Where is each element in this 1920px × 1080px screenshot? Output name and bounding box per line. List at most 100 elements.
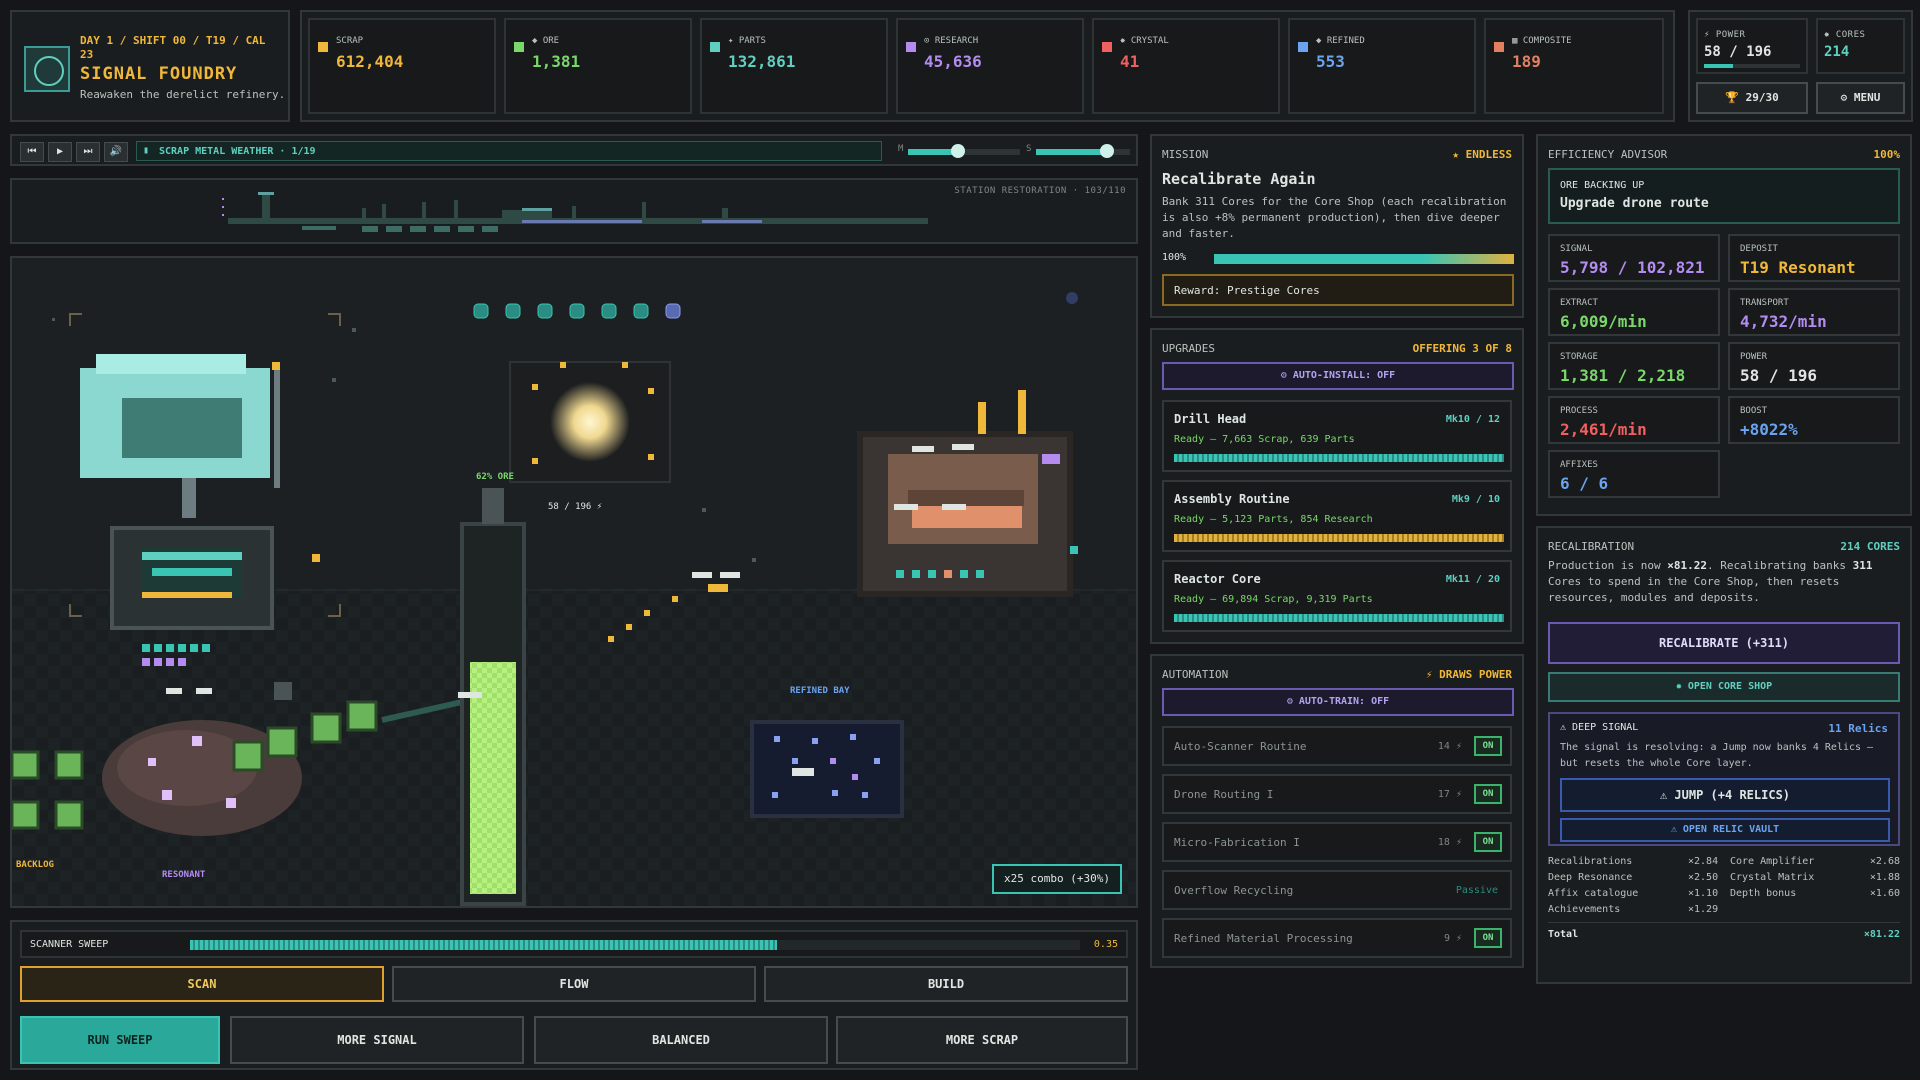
auto-install-toggle[interactable]: ⚙ AUTO-INSTALL: OFF bbox=[1162, 362, 1514, 390]
upgrade-level: Mk11 / 20 bbox=[1445, 574, 1500, 585]
automation-auto-scanner[interactable]: Auto-Scanner Routine 14 ⚡ ON bbox=[1162, 726, 1512, 766]
stat-value: 58 / 196 bbox=[1740, 366, 1818, 385]
total-label: Total bbox=[1548, 929, 1579, 940]
stat-affixes: AFFIXES 6 / 6 bbox=[1548, 450, 1720, 498]
automation-cost: 17 ⚡ bbox=[1437, 789, 1462, 800]
mult-key: Depth bonus bbox=[1730, 888, 1797, 899]
upgrades-header: UPGRADES bbox=[1162, 342, 1215, 355]
resource-name: ▦ COMPOSITE bbox=[1512, 36, 1572, 46]
automation-toggle[interactable]: ON bbox=[1474, 736, 1502, 756]
mult-value: ×2.50 bbox=[1688, 872, 1719, 883]
stat-transport: TRANSPORT 4,732/min bbox=[1728, 288, 1900, 336]
sfx-slider[interactable] bbox=[1036, 144, 1130, 158]
resource-scrap: SCRAP 612,404 bbox=[308, 18, 496, 114]
auto-train-toggle[interactable]: ⚙ AUTO-TRAIN: OFF bbox=[1162, 688, 1514, 716]
sweep-fill bbox=[190, 940, 778, 950]
sweep-label: SCANNER SWEEP bbox=[30, 939, 109, 950]
resource-name: SCRAP bbox=[336, 36, 364, 46]
automation-cost: 18 ⚡ bbox=[1437, 837, 1462, 848]
automation-name: Drone Routing I bbox=[1174, 788, 1274, 801]
combo-badge: x25 combo (+30%) bbox=[992, 864, 1122, 894]
run-sweep-button[interactable]: RUN SWEEP bbox=[20, 1016, 220, 1064]
scrap-icon bbox=[318, 42, 328, 52]
sfx-label: S bbox=[1026, 144, 1032, 154]
stat-key: PROCESS bbox=[1560, 406, 1598, 416]
tab-build[interactable]: BUILD bbox=[764, 966, 1128, 1002]
resource-parts: ✦ PARTS 132,861 bbox=[700, 18, 888, 114]
recal-multiplier: ×81.22 bbox=[1667, 559, 1707, 572]
reward-text: Reward: Prestige Cores bbox=[1174, 284, 1320, 297]
mult-key: Achievements bbox=[1548, 904, 1621, 915]
mission-header: MISSION bbox=[1162, 148, 1209, 161]
tab-scan[interactable]: SCAN bbox=[20, 966, 384, 1002]
stat-extract: EXTRACT 6,009/min bbox=[1548, 288, 1720, 336]
mission-progress bbox=[1214, 254, 1514, 264]
game-subtitle: Reawaken the derelict refinery. bbox=[80, 88, 286, 101]
sweep-value: 0.35 bbox=[1093, 939, 1118, 950]
automation-header: AUTOMATION bbox=[1162, 668, 1229, 681]
prev-track-button[interactable]: ⏮ bbox=[20, 142, 44, 162]
open-core-shop-button[interactable]: ✸ OPEN CORE SHOP bbox=[1548, 672, 1900, 702]
upgrade-name: Drill Head bbox=[1174, 412, 1247, 426]
volume-icon[interactable]: 🔊 bbox=[104, 142, 128, 162]
scene-canvas bbox=[12, 258, 1136, 906]
multiplier-table: Recalibrations ×2.84 Core Amplifier ×2.68 D… bbox=[1548, 854, 1900, 943]
upgrade-progress bbox=[1174, 614, 1504, 622]
automation-toggle[interactable]: ON bbox=[1474, 784, 1502, 804]
more-signal-button[interactable]: MORE SIGNAL bbox=[230, 1016, 524, 1064]
station-silhouette bbox=[222, 192, 928, 232]
more-scrap-button[interactable]: MORE SCRAP bbox=[836, 1016, 1128, 1064]
tab-flow[interactable]: FLOW bbox=[392, 966, 756, 1002]
automation-refined-processing[interactable]: Refined Material Processing 9 ⚡ ON bbox=[1162, 918, 1512, 958]
automation-micro-fabrication[interactable]: Micro-Fabrication I 18 ⚡ ON bbox=[1162, 822, 1512, 862]
stat-key: SIGNAL bbox=[1560, 244, 1593, 254]
automation-overflow-recycling: Overflow Recycling Passive bbox=[1162, 870, 1512, 910]
sfx-slider-knob[interactable] bbox=[1099, 144, 1114, 158]
deep-signal-box: ⚠ DEEP SIGNAL 11 Relics The signal is re… bbox=[1548, 712, 1900, 846]
upgrade-progress bbox=[1174, 454, 1504, 462]
divider bbox=[1548, 922, 1900, 923]
upgrade-reactor-core[interactable]: Reactor Core Mk11 / 20 Ready — 69,894 Sc… bbox=[1162, 560, 1512, 632]
refined-bay-label: REFINED BAY bbox=[790, 686, 850, 696]
open-relic-vault-button[interactable]: ⚠ OPEN RELIC VAULT bbox=[1560, 818, 1890, 842]
stat-key: EXTRACT bbox=[1560, 298, 1598, 308]
recalibrate-button[interactable]: RECALIBRATE (+311) bbox=[1548, 622, 1900, 664]
stat-key: TRANSPORT bbox=[1740, 298, 1789, 308]
menu-button[interactable]: ⚙ MENU bbox=[1816, 82, 1905, 114]
next-track-button[interactable]: ⏭ bbox=[76, 142, 100, 162]
game-title: SIGNAL FOUNDRY bbox=[80, 64, 238, 84]
music-slider-knob[interactable] bbox=[951, 144, 966, 158]
resource-crystal: ✸ CRYSTAL 41 bbox=[1092, 18, 1280, 114]
automation-panel: AUTOMATION ⚡ DRAWS POWER ⚙ AUTO-TRAIN: O… bbox=[1150, 654, 1524, 968]
automation-name: Refined Material Processing bbox=[1174, 932, 1353, 945]
upgrade-drill-head[interactable]: Drill Head Mk10 / 12 Ready — 7,663 Scrap… bbox=[1162, 400, 1512, 472]
automation-toggle[interactable]: ON bbox=[1474, 928, 1502, 948]
stat-value: 5,798 / 102,821 bbox=[1560, 258, 1705, 277]
automation-drone-routing[interactable]: Drone Routing I 17 ⚡ ON bbox=[1162, 774, 1512, 814]
automation-toggle[interactable]: ON bbox=[1474, 832, 1502, 852]
achievements-button[interactable]: 🏆 29/30 bbox=[1696, 82, 1808, 114]
reward-box: Reward: Prestige Cores bbox=[1162, 274, 1514, 306]
mult-value: ×1.29 bbox=[1688, 904, 1719, 915]
sweep-track bbox=[190, 940, 1080, 950]
resource-value: 612,404 bbox=[336, 52, 404, 71]
play-button[interactable]: ▶ bbox=[48, 142, 72, 162]
resource-value: 132,861 bbox=[728, 52, 796, 71]
ore-percent-label: 62% ORE bbox=[476, 472, 514, 482]
resource-bar: SCRAP 612,404 ◆ ORE 1,381 ✦ PARTS 132,86… bbox=[300, 10, 1675, 122]
game-scene[interactable]: 62% ORE 58 / 196 ⚡ REFINED BAY BACKLOG R… bbox=[10, 256, 1138, 908]
mult-value: ×2.84 bbox=[1688, 856, 1719, 867]
resource-value: 553 bbox=[1316, 52, 1345, 71]
upgrade-assembly-routine[interactable]: Assembly Routine Mk9 / 10 Ready — 5,123 … bbox=[1162, 480, 1512, 552]
upgrade-cost: Ready — 69,894 Scrap, 9,319 Parts bbox=[1174, 594, 1373, 605]
resource-name: ◆ REFINED bbox=[1316, 36, 1365, 46]
recalibration-panel: RECALIBRATION 214 CORES Production is no… bbox=[1536, 526, 1912, 984]
power-box: ⚡ POWER 58 / 196 bbox=[1696, 18, 1808, 74]
mult-value: ×1.60 bbox=[1869, 888, 1900, 899]
jump-button[interactable]: ⚠ JUMP (+4 RELICS) bbox=[1560, 778, 1890, 812]
balanced-button[interactable]: BALANCED bbox=[534, 1016, 828, 1064]
endless-badge: ★ ENDLESS bbox=[1452, 148, 1512, 161]
music-slider[interactable] bbox=[908, 144, 1020, 158]
resource-name: ◆ ORE bbox=[532, 36, 560, 46]
stat-key: AFFIXES bbox=[1560, 460, 1598, 470]
